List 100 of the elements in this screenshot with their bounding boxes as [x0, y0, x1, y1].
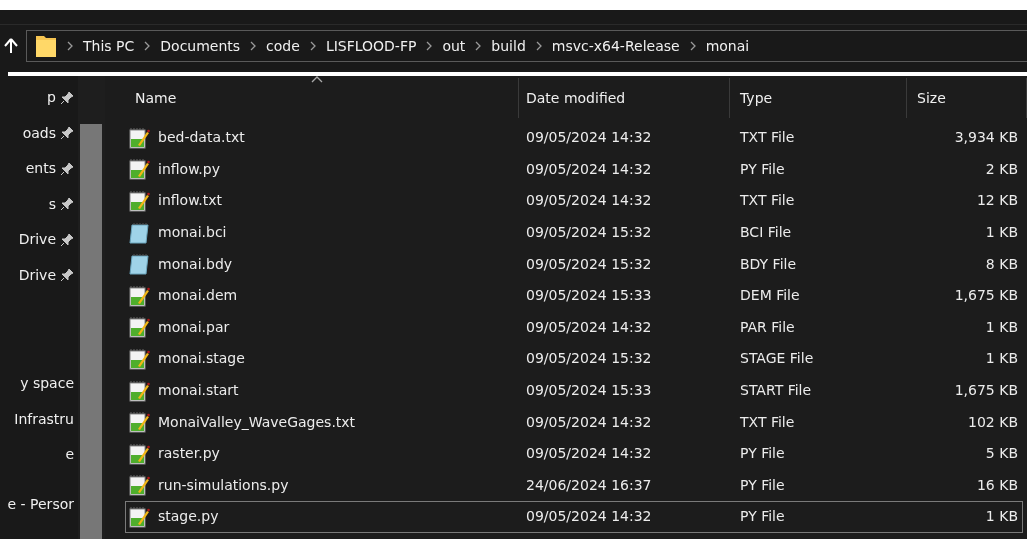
size-cell-text: 1 KB: [984, 349, 1019, 369]
file-name: monai.par: [158, 317, 230, 337]
file-row[interactable]: inflow.py 09/05/2024 14:32 PY File 2 KB: [125, 153, 1023, 186]
breadcrumb-item[interactable]: code: [266, 35, 300, 57]
type-cell-text: PY File: [739, 507, 786, 527]
notepad-icon: [128, 221, 150, 244]
breadcrumb-item[interactable]: LISFLOOD-FP: [325, 35, 417, 57]
size-cell-text: 16 KB: [975, 475, 1019, 495]
notepad-pencil-icon: [128, 190, 150, 212]
file-name: inflow.txt: [158, 191, 223, 211]
file-row[interactable]: raster.py 09/05/2024 14:32 PY File 5 KB: [125, 437, 1023, 470]
column-header[interactable]: Date modified: [519, 78, 730, 118]
nav-item[interactable]: oads: [22, 122, 56, 144]
type-cell-text: STAGE File: [739, 349, 815, 369]
notepad-pencil-icon: [128, 411, 150, 434]
type-cell-text: START File: [739, 381, 813, 401]
nav-item[interactable]: y space: [0, 373, 74, 395]
type-cell-text: PAR File: [739, 317, 796, 337]
type-cell-text: PY File: [739, 475, 786, 495]
chevron-icon: [688, 41, 697, 51]
notepad-pencil-icon: [128, 347, 150, 370]
breadcrumb-item[interactable]: build: [491, 35, 526, 57]
nav-item[interactable]: ents: [25, 158, 56, 180]
breadcrumb-item[interactable]: This PC: [83, 35, 135, 57]
date-cell-text: 09/05/2024 14:32: [525, 412, 653, 432]
chevron-icon: [66, 41, 74, 51]
file-row[interactable]: monai.start 09/05/2024 15:33 START File 1,675 KB: [125, 374, 1023, 407]
nav-item[interactable]: e - Persor: [0, 493, 74, 515]
file-name: monai.dem: [158, 286, 238, 306]
chevron-icon: [534, 41, 543, 51]
column-header[interactable]: Type: [730, 78, 907, 118]
type-cell-text: DEM File: [739, 286, 801, 306]
notepad-pencil-icon: [128, 284, 150, 307]
file-name: raster.py: [158, 444, 220, 464]
chevron-icon: [143, 41, 152, 51]
file-row[interactable]: inflow.txt 09/05/2024 14:32 TXT File 12 KB: [125, 185, 1023, 217]
size-cell-text: 1 KB: [984, 317, 1019, 337]
type-cell-text: TXT File: [739, 128, 796, 148]
file-row[interactable]: monai.stage 09/05/2024 15:32 STAGE File 1 KB: [125, 343, 1023, 375]
address-bar[interactable]: This PC Documents code LISFLOOD-FP out build msvc-x64-Release monai: [26, 30, 1027, 62]
size-cell-text: 1,675 KB: [953, 286, 1019, 306]
nav-item[interactable]: s: [48, 193, 56, 215]
size-cell-text: 8 KB: [984, 254, 1019, 274]
type-cell-text: PY File: [739, 444, 786, 464]
file-name: inflow.py: [158, 159, 220, 179]
date-cell-text: 09/05/2024 15:32: [525, 254, 653, 274]
nav-item[interactable]: e: [0, 444, 74, 466]
type-cell-text: TXT File: [739, 412, 796, 432]
column-header[interactable]: Size: [907, 78, 1027, 118]
date-cell-text: 09/05/2024 14:32: [525, 191, 653, 211]
notepad-pencil-icon: [128, 505, 150, 528]
chevron-icon: [308, 41, 317, 51]
chevron-icon: [425, 41, 434, 51]
scrollbar-thumb[interactable]: [80, 124, 102, 539]
file-name: run-simulations.py: [158, 475, 289, 495]
file-name: MonaiValley_WaveGages.txt: [158, 412, 356, 432]
file-name: monai.stage: [158, 349, 245, 369]
file-row[interactable]: monai.bdy 09/05/2024 15:32 BDY File 8 KB: [125, 248, 1023, 280]
file-row[interactable]: MonaiValley_WaveGages.txt 09/05/2024 14:32 TXT File 102 KB: [125, 406, 1023, 438]
size-cell-text: 3,934 KB: [953, 128, 1019, 148]
size-cell-text: 12 KB: [975, 191, 1019, 211]
file-row[interactable]: run-simulations.py 24/06/2024 16:37 PY File 16 KB: [125, 469, 1023, 502]
date-cell-text: 09/05/2024 14:32: [525, 507, 653, 527]
date-cell-text: 09/05/2024 14:32: [525, 317, 653, 337]
date-cell-text: 09/05/2024 15:33: [525, 286, 653, 306]
breadcrumb-item[interactable]: msvc-x64-Release: [551, 35, 680, 57]
file-row[interactable]: bed-data.txt 09/05/2024 14:32 TXT File 3,934 KB: [125, 122, 1023, 154]
file-name: monai.bci: [158, 223, 227, 243]
size-cell-text: 102 KB: [967, 412, 1019, 432]
size-cell-text: 1 KB: [984, 223, 1019, 243]
nav-item[interactable]: p: [47, 87, 56, 109]
column-header[interactable]: Name: [125, 78, 519, 118]
file-row[interactable]: monai.par 09/05/2024 14:32 PAR File 1 KB: [125, 311, 1023, 344]
size-cell-text: 1 KB: [984, 507, 1019, 527]
notepad-pencil-icon: [128, 379, 150, 402]
notepad-pencil-icon: [128, 126, 150, 149]
breadcrumb-item[interactable]: Documents: [160, 35, 241, 57]
notepad-pencil-icon: [128, 158, 150, 181]
date-cell-text: 24/06/2024 16:37: [525, 475, 653, 495]
file-row[interactable]: stage.py 09/05/2024 14:32 PY File 1 KB: [125, 501, 1023, 533]
notepad-pencil-icon: [128, 316, 150, 339]
type-cell-text: BCI File: [739, 223, 793, 243]
file-row[interactable]: monai.bci 09/05/2024 15:32 BCI File 1 KB: [125, 216, 1023, 249]
up-arrow-icon[interactable]: [4, 38, 18, 54]
breadcrumb-item[interactable]: monai: [705, 35, 750, 57]
folder-icon: [35, 34, 57, 58]
notepad-icon: [128, 253, 150, 276]
chevron-icon: [474, 41, 483, 51]
file-name: bed-data.txt: [158, 128, 245, 148]
date-cell-text: 09/05/2024 15:32: [525, 349, 653, 369]
breadcrumb-item[interactable]: out: [442, 35, 466, 57]
nav-item[interactable]: Drive: [18, 229, 56, 251]
nav-item[interactable]: Drive: [18, 264, 56, 286]
date-cell-text: 09/05/2024 15:32: [525, 223, 653, 243]
notepad-pencil-icon: [128, 474, 150, 497]
file-name: stage.py: [158, 507, 219, 527]
date-cell-text: 09/05/2024 14:32: [525, 444, 653, 464]
nav-item[interactable]: Infrastru: [0, 408, 74, 430]
file-row[interactable]: monai.dem 09/05/2024 15:33 DEM File 1,675 KB: [125, 279, 1023, 312]
size-cell-text: 5 KB: [984, 444, 1019, 464]
